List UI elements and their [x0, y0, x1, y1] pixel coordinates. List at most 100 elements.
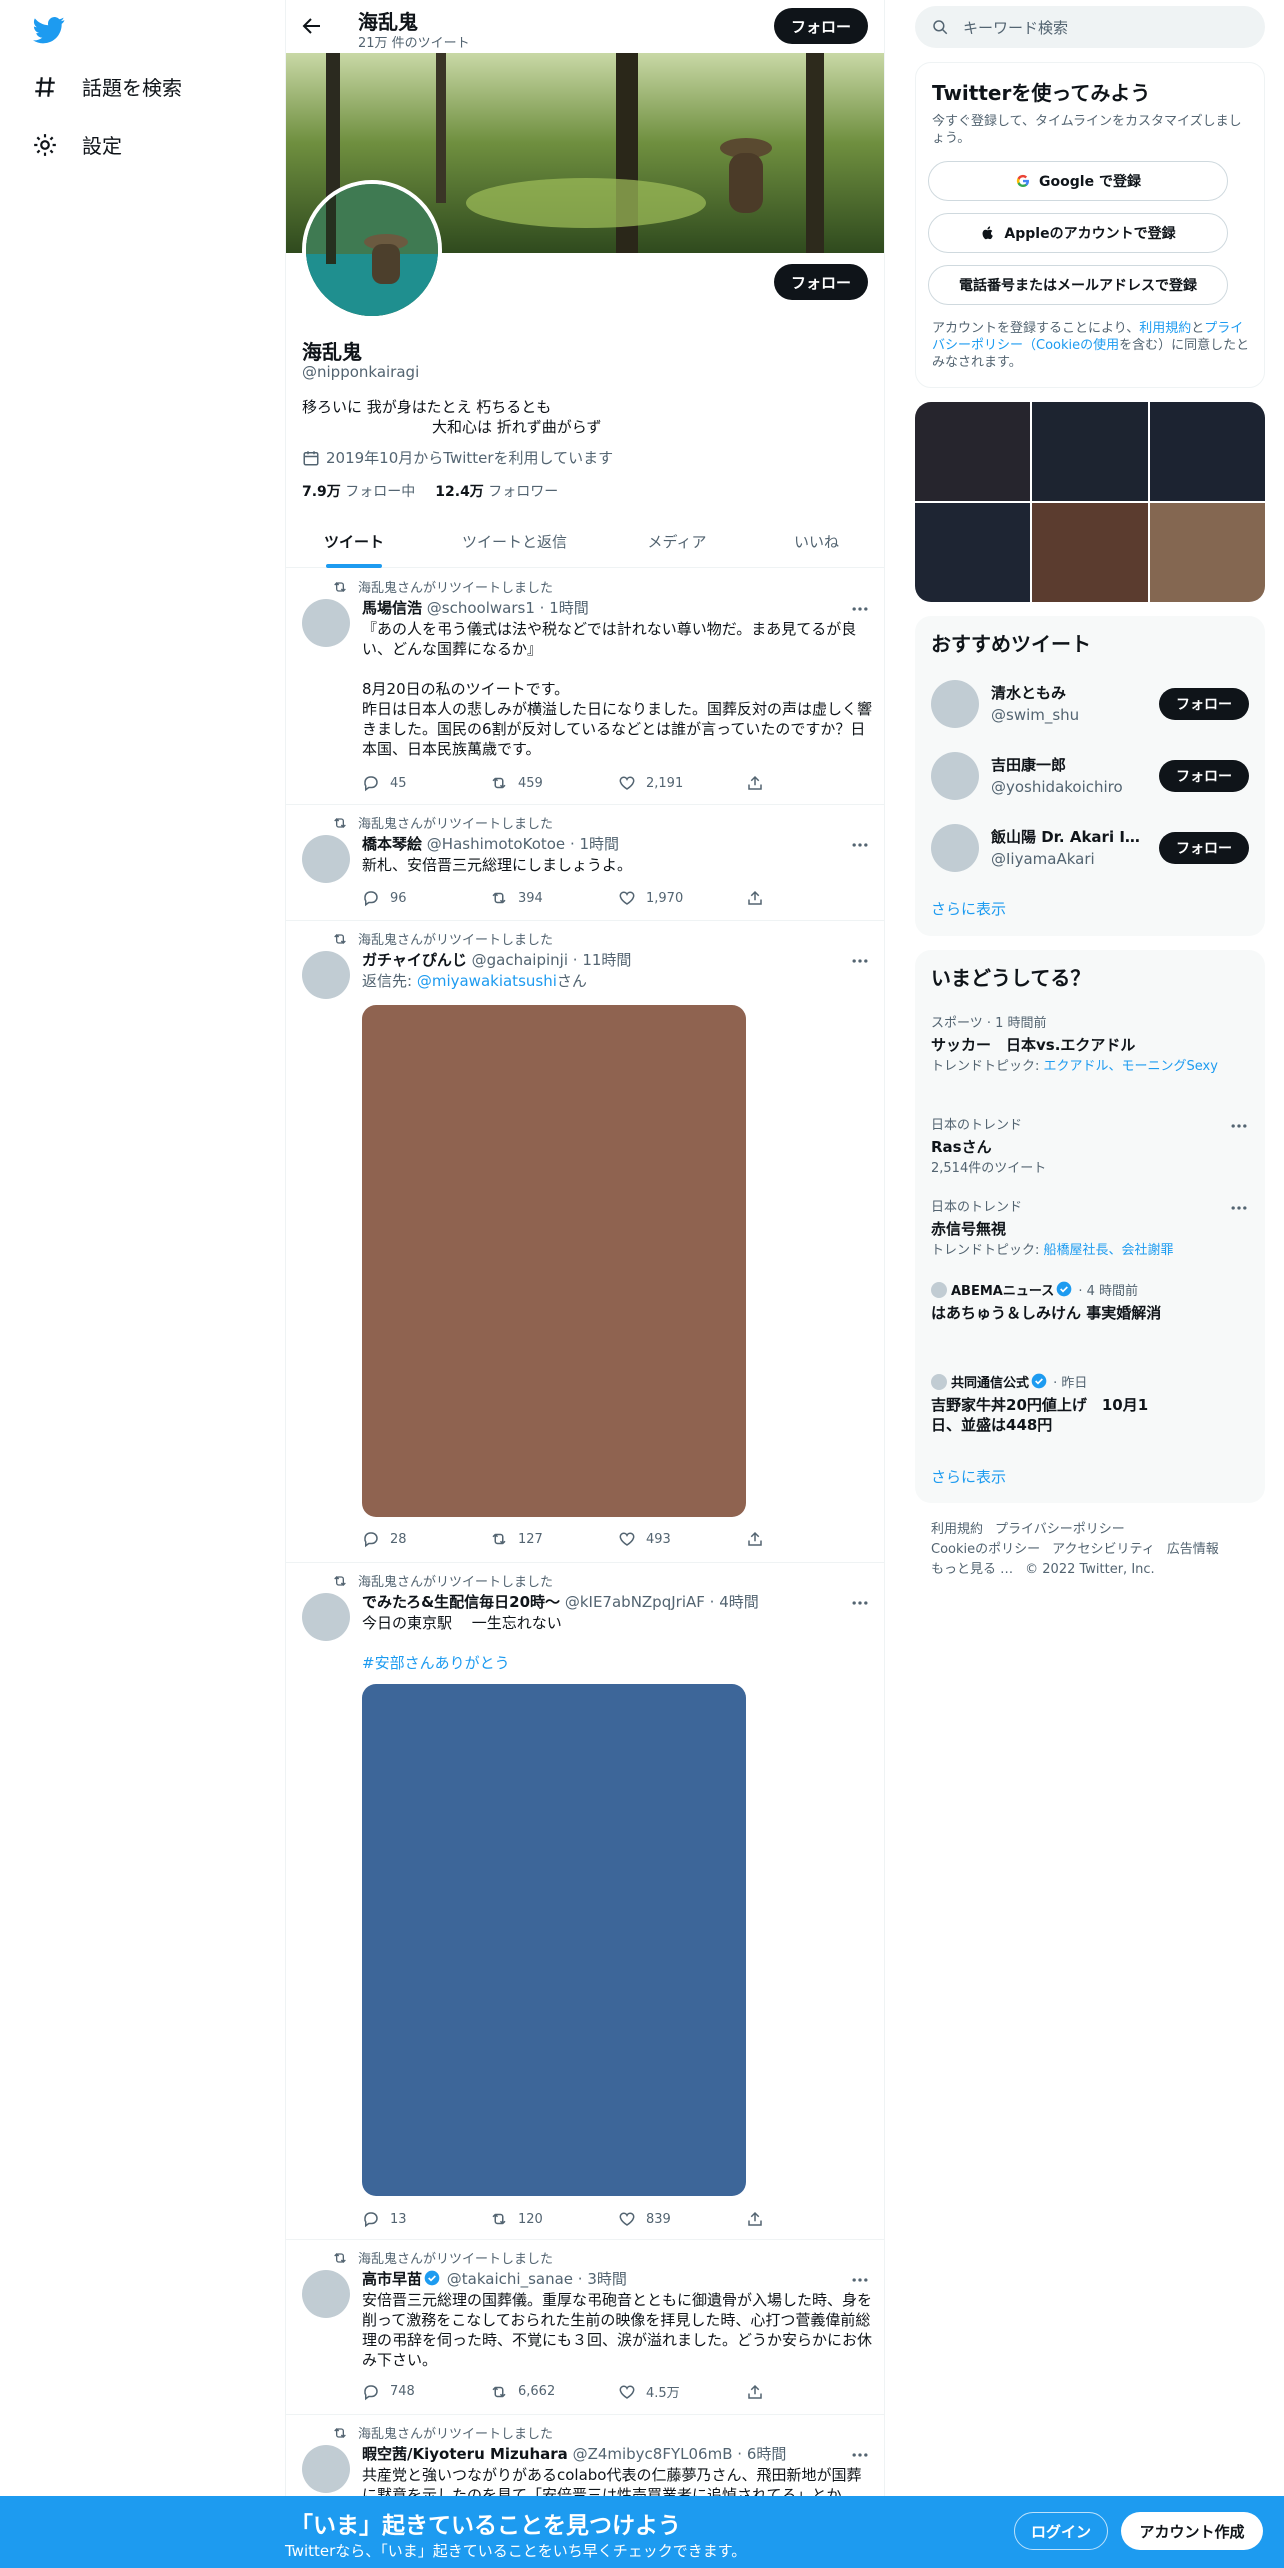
trend-item[interactable]: 日本のトレンド 赤信号無視 トレンドトピック: 船橋屋社長、会社謝罪: [931, 1196, 1249, 1259]
header-follow-button[interactable]: フォロー: [774, 8, 868, 44]
recommended-user[interactable]: 飯山陽 Dr. Akari IIYAMA @IiyamaAkari フォロー: [931, 812, 1249, 884]
tweet-time[interactable]: 1時間: [549, 599, 589, 617]
author-name[interactable]: 高市早苗: [362, 2270, 422, 2288]
tab-media[interactable]: メディア: [607, 515, 747, 568]
user-handle[interactable]: @IiyamaAkari: [991, 850, 1095, 868]
retweet-button[interactable]: 127: [490, 1530, 618, 1548]
tweet-time[interactable]: 1時間: [580, 835, 620, 853]
retweet-button[interactable]: 120: [490, 2210, 618, 2228]
avatar[interactable]: [302, 951, 350, 999]
like-button[interactable]: 493: [618, 1530, 746, 1548]
media-thumbnail[interactable]: [1149, 503, 1265, 602]
tab-likes[interactable]: いいね: [747, 515, 884, 568]
follow-button[interactable]: フォロー: [1159, 688, 1249, 720]
media-thumbnail[interactable]: [1149, 402, 1265, 501]
footer-cookie-link[interactable]: Cookieのポリシー: [931, 1542, 1040, 1557]
tweet[interactable]: 海乱鬼さんがリツイートしました 馬場信浩 @schoolwars1 · 1時間 …: [286, 569, 884, 805]
hashtag-link[interactable]: #安部さんありがとう: [362, 1653, 872, 1673]
trend-topic-link[interactable]: エクアドル、モーニングSexy: [1044, 1059, 1218, 1074]
news-item[interactable]: 共同通信公式 · 昨日 吉野家牛丼20円値上げ 10月1日、並盛は448円: [931, 1372, 1249, 1435]
tweet[interactable]: 海乱鬼さんがリツイートしました でみたろ&生配信毎日20時～ @kIE7abNZ…: [286, 1563, 884, 2240]
author-name[interactable]: 暇空茜/Kiyoteru Mizuhara: [362, 2445, 568, 2463]
author-handle[interactable]: @gachaipinji: [472, 951, 568, 969]
more-icon[interactable]: [850, 2445, 870, 2465]
trend-item[interactable]: 日本のトレンド Rasさん 2,514件のツイート: [931, 1114, 1249, 1177]
more-icon[interactable]: [850, 835, 870, 855]
terms-link[interactable]: 利用規約: [1139, 321, 1191, 336]
show-more-link[interactable]: さらに表示: [931, 1466, 1006, 1487]
author-handle[interactable]: @Z4mibyc8FYL06mB: [573, 2445, 733, 2463]
user-name[interactable]: 清水ともみ: [991, 682, 1141, 703]
author-name[interactable]: 橋本琴絵: [362, 835, 422, 853]
user-handle[interactable]: @yoshidakoichiro: [991, 778, 1123, 796]
author-handle[interactable]: @schoolwars1: [427, 599, 535, 617]
footer-privacy-link[interactable]: プライバシーポリシー: [995, 1522, 1125, 1537]
avatar[interactable]: [302, 835, 350, 883]
follow-button[interactable]: フォロー: [1159, 832, 1249, 864]
share-button[interactable]: [746, 1530, 874, 1548]
tweet-time[interactable]: 3時間: [587, 2270, 627, 2288]
tab-tweets[interactable]: ツイート: [286, 515, 422, 568]
tweet[interactable]: 海乱鬼さんがリツイートしました 高市早苗 @takaichi_sanae · 3…: [286, 2240, 884, 2415]
avatar[interactable]: [302, 599, 350, 647]
recommended-user[interactable]: 清水ともみ @swim_shu フォロー: [931, 668, 1249, 740]
more-icon[interactable]: [1229, 1198, 1249, 1218]
media-thumbnail[interactable]: [915, 503, 1031, 602]
like-button[interactable]: 4.5万: [618, 2382, 746, 2401]
profile-avatar[interactable]: [302, 180, 442, 320]
followers-link[interactable]: 12.4万 フォロワー: [435, 481, 558, 501]
more-icon[interactable]: [850, 1593, 870, 1613]
phone-email-signup-button[interactable]: 電話番号またはメールアドレスで登録: [928, 265, 1228, 305]
google-signup-button[interactable]: Google で登録: [928, 161, 1228, 201]
tab-tweets-and-replies[interactable]: ツイートと返信: [422, 515, 607, 568]
nav-explore[interactable]: 話題を検索: [32, 72, 182, 101]
trend-topic-link[interactable]: 船橋屋社長、会社謝罪: [1044, 1243, 1174, 1258]
tweet-time[interactable]: 6時間: [747, 2445, 787, 2463]
like-button[interactable]: 1,970: [618, 889, 746, 907]
avatar[interactable]: [302, 2270, 350, 2318]
more-icon[interactable]: [850, 951, 870, 971]
show-more-link[interactable]: さらに表示: [931, 898, 1006, 919]
reply-button[interactable]: 45: [362, 774, 490, 792]
following-link[interactable]: 7.9万 フォロー中: [302, 481, 415, 501]
avatar[interactable]: [931, 680, 979, 728]
like-button[interactable]: 2,191: [618, 774, 746, 792]
reply-to-link[interactable]: @miyawakiatsushi: [417, 972, 557, 990]
retweet-button[interactable]: 394: [490, 889, 618, 907]
share-button[interactable]: [746, 774, 874, 792]
login-button[interactable]: ログイン: [1014, 2512, 1108, 2550]
footer-accessibility-link[interactable]: アクセシビリティ: [1052, 1542, 1155, 1557]
retweet-button[interactable]: 459: [490, 774, 618, 792]
more-icon[interactable]: [850, 2270, 870, 2290]
user-handle[interactable]: @swim_shu: [991, 706, 1079, 724]
tweet-time[interactable]: 11時間: [582, 951, 631, 969]
more-icon[interactable]: [850, 599, 870, 619]
share-button[interactable]: [746, 2382, 874, 2401]
author-name[interactable]: ガチャイぴんじ: [362, 951, 467, 969]
avatar[interactable]: [302, 2445, 350, 2493]
author-handle[interactable]: @kIE7abNZpqJriAF: [565, 1593, 705, 1611]
user-name[interactable]: 吉田康一郎: [991, 754, 1141, 775]
like-button[interactable]: 839: [618, 2210, 746, 2228]
recommended-user[interactable]: 吉田康一郎 @yoshidakoichiro フォロー: [931, 740, 1249, 812]
tweet-media[interactable]: [362, 1684, 746, 2196]
share-button[interactable]: [746, 2210, 874, 2228]
user-name[interactable]: 飯山陽 Dr. Akari IIYAMA: [991, 826, 1141, 847]
news-item[interactable]: ABEMAニュース · 4 時間前 はあちゅう＆しみけん 事実婚解消: [931, 1280, 1249, 1323]
trend-item[interactable]: スポーツ · 1 時間前 サッカー 日本vs.エクアドル トレンドトピック: エ…: [931, 1012, 1249, 1075]
apple-signup-button[interactable]: Appleのアカウントで登録: [928, 213, 1228, 253]
author-handle[interactable]: @HashimotoKotoe: [427, 835, 565, 853]
reply-button[interactable]: 28: [362, 1530, 490, 1548]
footer-ads-link[interactable]: 広告情報: [1167, 1542, 1219, 1557]
nav-settings[interactable]: 設定: [32, 130, 122, 159]
footer-more-link[interactable]: もっと見る …: [931, 1562, 1013, 1577]
search-input[interactable]: キーワード検索: [915, 6, 1265, 48]
media-thumbnail[interactable]: [1032, 402, 1148, 501]
share-button[interactable]: [746, 889, 874, 907]
avatar[interactable]: [931, 752, 979, 800]
tweet[interactable]: 海乱鬼さんがリツイートしました ガチャイぴんじ @gachaipinji · 1…: [286, 921, 884, 1563]
twitter-logo-icon[interactable]: [33, 14, 65, 46]
avatar[interactable]: [931, 824, 979, 872]
reply-button[interactable]: 13: [362, 2210, 490, 2228]
tweet-media[interactable]: [362, 1005, 746, 1517]
